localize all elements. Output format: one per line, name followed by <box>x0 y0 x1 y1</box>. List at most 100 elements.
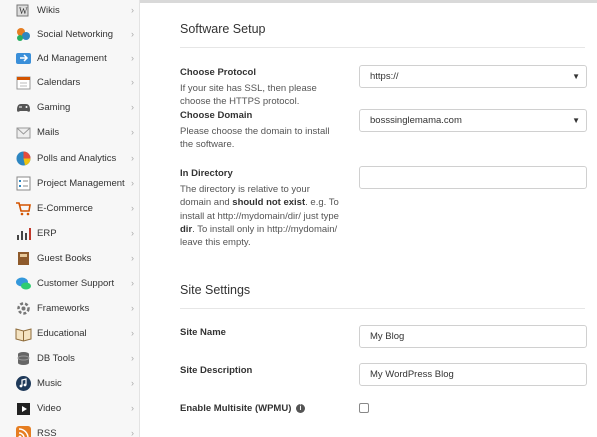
sidebar-item-label: DB Tools <box>37 352 75 364</box>
sidebar-item-rss[interactable]: RSS › <box>0 421 140 437</box>
domain-help: Please choose the domain to install the … <box>180 126 330 151</box>
sidebar-item-label: Music <box>37 377 62 389</box>
ad-management-icon <box>14 49 32 67</box>
site-description-label: Site Description <box>180 365 253 376</box>
chevron-right-icon: › <box>131 178 134 188</box>
sidebar-item-mails[interactable]: Mails › <box>0 120 140 144</box>
sidebar-item-music[interactable]: Music › <box>0 371 140 395</box>
chevron-right-icon: › <box>131 428 134 437</box>
chevron-right-icon: › <box>131 29 134 39</box>
sidebar-item-label: Calendars <box>37 76 81 88</box>
sidebar-item-label: Social Networking <box>37 28 114 40</box>
sidebar-item-e-commerce[interactable]: E-Commerce › <box>0 196 140 220</box>
sidebar-item-polls-and-analytics[interactable]: Polls and Analytics › <box>0 146 140 170</box>
protocol-label: Choose Protocol <box>180 67 257 78</box>
sidebar-item-frameworks[interactable]: Frameworks › <box>0 296 140 320</box>
chevron-right-icon: › <box>131 77 134 87</box>
sidebar-item-label: Polls and Analytics <box>37 152 117 164</box>
mail-icon <box>14 123 32 141</box>
sidebar-item-label: RSS <box>37 427 57 437</box>
social-networking-icon <box>14 25 32 43</box>
site-name-value: My Blog <box>370 331 405 342</box>
video-icon <box>14 399 32 417</box>
directory-label: In Directory <box>180 168 233 179</box>
calendar-icon <box>14 73 32 91</box>
chevron-right-icon: › <box>131 403 134 413</box>
sidebar-item-db-tools[interactable]: DB Tools › <box>0 346 140 370</box>
sidebar-item-ad-management[interactable]: Ad Management › <box>0 46 140 70</box>
domain-select-value: bosssinglemama.com <box>370 115 462 126</box>
sidebar-item-social-networking[interactable]: Social Networking › <box>0 22 140 46</box>
svg-text:W: W <box>19 6 28 16</box>
framework-icon <box>14 299 32 317</box>
software-setup-title: Software Setup <box>180 22 266 36</box>
music-icon <box>14 374 32 392</box>
sidebar-item-wikis[interactable]: W Wikis › <box>0 0 140 22</box>
section-divider <box>180 308 585 309</box>
sidebar-item-label: Ad Management <box>37 52 107 64</box>
site-description-value: My WordPress Blog <box>370 369 454 380</box>
sidebar-item-project-management[interactable]: Project Management › <box>0 171 140 195</box>
sidebar-item-label: Guest Books <box>37 252 92 264</box>
chevron-right-icon: › <box>131 102 134 112</box>
education-icon <box>14 324 32 342</box>
sidebar-item-label: ERP <box>37 227 57 239</box>
site-name-input[interactable]: My Blog <box>359 325 587 348</box>
sidebar-item-calendars[interactable]: Calendars › <box>0 70 140 94</box>
sidebar-item-label: Educational <box>37 327 87 339</box>
chevron-right-icon: › <box>131 5 134 15</box>
wiki-icon: W <box>14 1 32 19</box>
chevron-right-icon: › <box>131 127 134 137</box>
protocol-select-value: https:// <box>370 71 399 82</box>
dropdown-arrow-icon: ▼ <box>572 72 580 81</box>
cart-icon <box>14 199 32 217</box>
chat-icon <box>14 274 32 292</box>
info-icon[interactable]: i <box>296 403 306 413</box>
sidebar-item-gaming[interactable]: Gaming › <box>0 95 140 119</box>
chevron-right-icon: › <box>131 203 134 213</box>
chevron-right-icon: › <box>131 378 134 388</box>
chevron-right-icon: › <box>131 303 134 313</box>
chevron-right-icon: › <box>131 228 134 238</box>
sidebar-item-customer-support[interactable]: Customer Support › <box>0 271 140 295</box>
sidebar-item-label: Video <box>37 402 62 414</box>
sidebar-item-label: Wikis <box>37 4 60 16</box>
sidebar-item-label: Frameworks <box>37 302 90 314</box>
sidebar-item-label: Mails <box>37 126 60 138</box>
domain-select[interactable]: bosssinglemama.com ▼ <box>359 109 587 132</box>
multisite-checkbox[interactable] <box>359 403 369 413</box>
project-icon <box>14 174 32 192</box>
install-form: Software Setup Choose Protocol If your s… <box>140 0 597 437</box>
protocol-select[interactable]: https:// ▼ <box>359 65 587 88</box>
chevron-right-icon: › <box>131 253 134 263</box>
chevron-right-icon: › <box>131 278 134 288</box>
sidebar-item-label: Project Management <box>37 177 125 189</box>
database-icon <box>14 349 32 367</box>
gamepad-icon <box>14 98 32 116</box>
dropdown-arrow-icon: ▼ <box>572 116 580 125</box>
directory-help: The directory is relative to your domain… <box>180 184 339 249</box>
multisite-label: Enable Multisite (WPMU) i <box>180 403 306 414</box>
chevron-right-icon: › <box>131 328 134 338</box>
site-description-input[interactable]: My WordPress Blog <box>359 363 587 386</box>
chevron-right-icon: › <box>131 53 134 63</box>
sidebar-item-guest-books[interactable]: Guest Books › <box>0 246 140 270</box>
protocol-help: If your site has SSL, then please choose… <box>180 83 317 108</box>
section-divider <box>180 47 585 48</box>
pie-chart-icon <box>14 149 32 167</box>
sidebar-item-label: Gaming <box>37 101 71 113</box>
rss-icon <box>14 424 32 437</box>
domain-label: Choose Domain <box>180 110 253 121</box>
directory-input[interactable] <box>359 166 587 189</box>
erp-icon <box>14 224 32 242</box>
book-icon <box>14 249 32 267</box>
category-sidebar: W Wikis › Social Networking › Ad Managem… <box>0 0 140 437</box>
sidebar-item-video[interactable]: Video › <box>0 396 140 420</box>
sidebar-item-label: Customer Support <box>37 277 115 289</box>
sidebar-item-educational[interactable]: Educational › <box>0 321 140 345</box>
site-name-label: Site Name <box>180 327 226 338</box>
sidebar-item-erp[interactable]: ERP › <box>0 221 140 245</box>
chevron-right-icon: › <box>131 153 134 163</box>
chevron-right-icon: › <box>131 353 134 363</box>
site-settings-title: Site Settings <box>180 283 251 297</box>
